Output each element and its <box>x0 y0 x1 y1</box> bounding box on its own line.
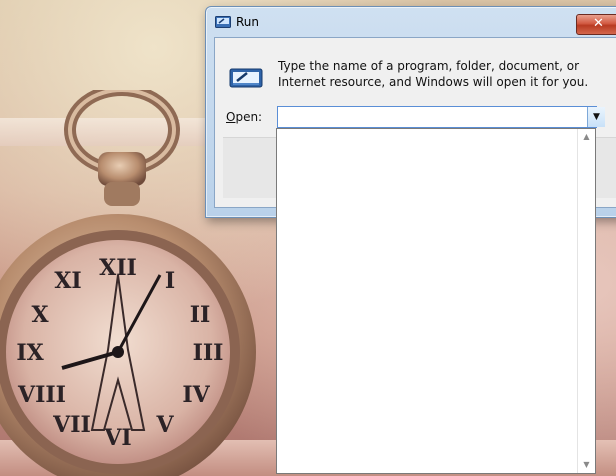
svg-text:VI: VI <box>103 425 131 451</box>
scroll-up-button[interactable]: ▲ <box>578 129 595 145</box>
scroll-down-button[interactable]: ▼ <box>578 457 595 473</box>
svg-text:XI: XI <box>54 268 81 294</box>
svg-text:II: II <box>190 302 211 328</box>
svg-text:VII: VII <box>52 412 91 438</box>
title-bar[interactable]: Run ✕ <box>206 7 616 37</box>
open-input[interactable] <box>277 106 597 128</box>
chevron-down-icon: ▼ <box>593 112 600 122</box>
dropdown-scrollbar[interactable]: ▲ ▼ <box>577 129 595 473</box>
run-icon <box>215 16 231 28</box>
open-dropdown-button[interactable]: ▼ <box>587 107 605 127</box>
chevron-down-icon: ▼ <box>583 460 590 469</box>
open-label-text: pen: <box>235 110 263 124</box>
svg-text:X: X <box>31 302 49 328</box>
open-label: Open: <box>226 110 262 124</box>
svg-text:III: III <box>193 340 224 366</box>
svg-text:VIII: VIII <box>17 382 66 408</box>
svg-text:IX: IX <box>16 340 44 366</box>
open-history-dropdown[interactable]: ▲ ▼ <box>276 128 596 474</box>
svg-text:V: V <box>155 412 174 438</box>
window-title: Run <box>236 15 260 29</box>
svg-text:IV: IV <box>182 382 210 408</box>
close-button[interactable]: ✕ <box>576 14 616 35</box>
svg-text:I: I <box>165 268 175 294</box>
dialog-description: Type the name of a program, folder, docu… <box>278 59 589 89</box>
close-icon: ✕ <box>593 16 604 31</box>
run-icon <box>229 68 263 88</box>
chevron-up-icon: ▲ <box>583 132 590 141</box>
